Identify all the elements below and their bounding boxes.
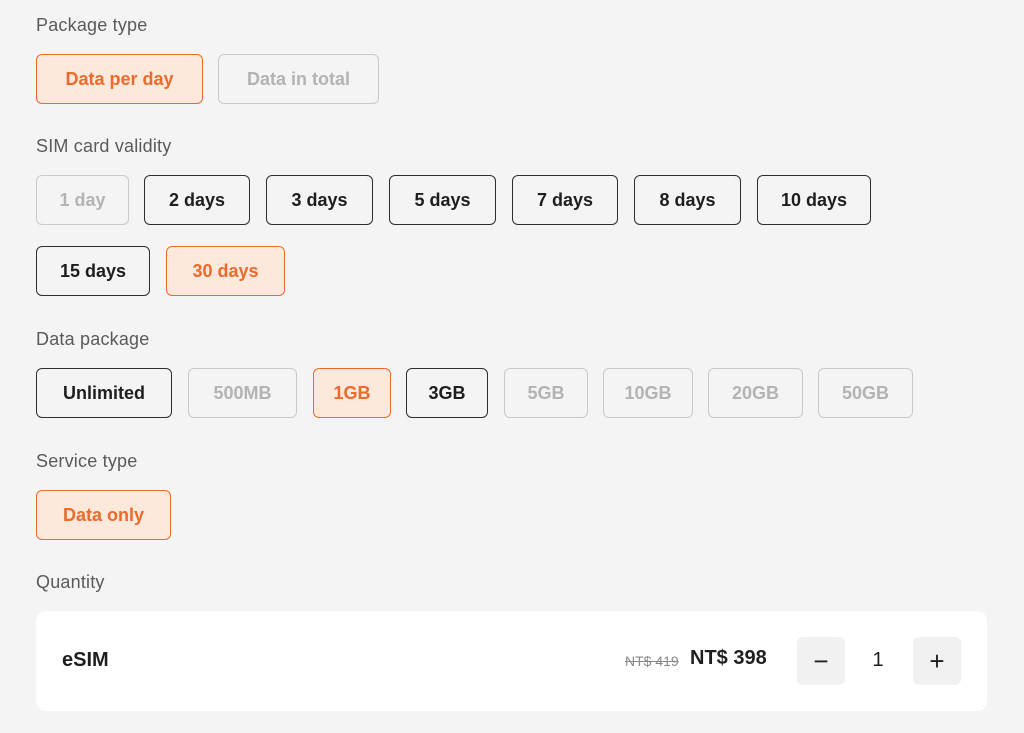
option-3gb[interactable]: 3GB xyxy=(406,368,488,418)
option-5-days[interactable]: 5 days xyxy=(389,175,496,225)
option-label: 500MB xyxy=(213,382,272,403)
option-7-days[interactable]: 7 days xyxy=(512,175,618,225)
option-500mb[interactable]: 500MB xyxy=(188,368,297,418)
option-unlimited[interactable]: Unlimited xyxy=(36,368,172,418)
option-label: Data in total xyxy=(246,68,350,89)
option-5gb[interactable]: 5GB xyxy=(504,368,588,418)
option-label: 10GB xyxy=(624,382,672,403)
option-1gb[interactable]: 1GB xyxy=(313,368,391,418)
quantity-label: Quantity xyxy=(36,572,105,592)
package-type-label: Package type xyxy=(36,15,148,35)
minus-icon: − xyxy=(813,645,829,676)
option-10-days[interactable]: 10 days xyxy=(757,175,871,225)
quantity-card: eSIM NT$ 419 NT$ 398 − 1 + xyxy=(36,611,987,711)
data-package-label: Data package xyxy=(36,329,150,349)
option-label: 7 days xyxy=(536,189,594,210)
current-price: NT$ 398 xyxy=(690,647,767,669)
option-15-days[interactable]: 15 days xyxy=(36,246,150,296)
option-label: 10 days xyxy=(780,189,848,210)
option-8-days[interactable]: 8 days xyxy=(634,175,741,225)
quantity-value[interactable]: 1 xyxy=(866,649,890,672)
option-30-days[interactable]: 30 days xyxy=(166,246,285,296)
option-label: 30 days xyxy=(192,260,259,281)
original-price: NT$ 419 xyxy=(625,653,679,669)
option-data-in-total[interactable]: Data in total xyxy=(218,54,379,104)
increment-button[interactable]: + xyxy=(913,637,961,685)
decrement-button[interactable]: − xyxy=(797,637,845,685)
option-20gb[interactable]: 20GB xyxy=(708,368,803,418)
option-label: 3GB xyxy=(428,382,466,403)
option-1-day[interactable]: 1 day xyxy=(36,175,129,225)
item-name: eSIM xyxy=(62,649,109,671)
option-label: 1GB xyxy=(333,382,371,403)
option-data-only[interactable]: Data only xyxy=(36,490,171,540)
option-2-days[interactable]: 2 days xyxy=(144,175,250,225)
option-label: Data only xyxy=(62,504,145,525)
plus-icon: + xyxy=(929,645,945,676)
option-label: 50GB xyxy=(841,382,890,403)
option-label: 5 days xyxy=(414,189,471,210)
option-label: 3 days xyxy=(291,189,348,210)
service-type-label: Service type xyxy=(36,451,138,471)
option-label: 8 days xyxy=(659,189,716,210)
option-label: 2 days xyxy=(168,189,226,210)
option-50gb[interactable]: 50GB xyxy=(818,368,913,418)
option-label: Data per day xyxy=(65,68,174,89)
option-label: 1 day xyxy=(59,189,106,210)
option-data-per-day[interactable]: Data per day xyxy=(36,54,203,104)
option-label: 20GB xyxy=(731,382,780,403)
product-options-panel: Package type Data per day Data in total … xyxy=(0,0,1024,733)
sim-validity-label: SIM card validity xyxy=(36,136,172,156)
option-10gb[interactable]: 10GB xyxy=(603,368,693,418)
option-label: 15 days xyxy=(59,260,127,281)
option-label: Unlimited xyxy=(62,382,145,403)
option-3-days[interactable]: 3 days xyxy=(266,175,373,225)
option-label: 5GB xyxy=(527,382,565,403)
